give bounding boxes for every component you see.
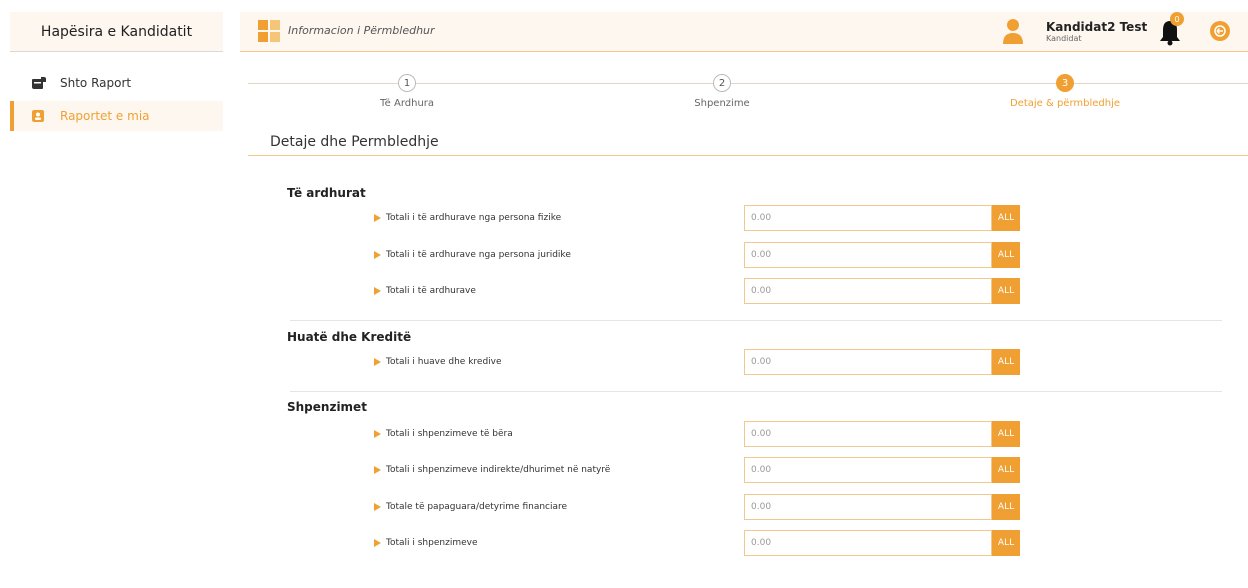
divider [290, 391, 1222, 392]
row-label: Totali i të ardhurave [374, 278, 476, 304]
step-label: Të Ardhura [379, 98, 435, 109]
divider [290, 320, 1222, 321]
triangle-bullet-icon [374, 214, 381, 222]
row-label: Totali i shpenzimeve indirekte/dhurimet … [374, 457, 610, 483]
step-label: Shpenzime [694, 98, 750, 109]
triangle-bullet-icon [374, 503, 381, 511]
row-label-text: Totali i shpenzimeve të bëra [386, 429, 513, 439]
grid-logo-icon [258, 20, 280, 42]
row-label: Totali i të ardhurave nga persona juridi… [374, 242, 571, 268]
amount-field[interactable]: 0.00 [744, 421, 992, 447]
contact-book-icon [32, 110, 44, 122]
row-label: Totali i të ardhurave nga persona fizike [374, 205, 561, 231]
group-title-income: Të ardhurat [287, 186, 366, 200]
currency-addon: ALL [992, 530, 1020, 556]
triangle-bullet-icon [374, 287, 381, 295]
logout-button[interactable] [1210, 21, 1230, 41]
logout-icon [1214, 25, 1226, 37]
step-number: 1 [398, 74, 416, 92]
amount-field[interactable]: 0.00 [744, 278, 992, 304]
section-title: Detaje dhe Permbledhje [270, 134, 439, 150]
currency-addon: ALL [992, 242, 1020, 268]
amount-field[interactable]: 0.00 [744, 242, 992, 268]
amount-field[interactable]: 0.00 [744, 530, 992, 556]
amount-field[interactable]: 0.00 [744, 349, 992, 375]
group-title-loans: Huatë dhe Kreditë [287, 330, 412, 344]
sidebar-item-label: Raportet e mia [60, 109, 150, 123]
step-1[interactable]: 1 Të Ardhura [307, 74, 507, 109]
triangle-bullet-icon [374, 358, 381, 366]
user-role: Kandidat [1046, 34, 1082, 43]
step-number: 3 [1056, 74, 1074, 92]
row-label-text: Totali i shpenzimeve [386, 538, 478, 548]
top-bar: Informacion i Përmbledhur Kandidat2 Test… [240, 12, 1248, 52]
row-label-text: Totali i të ardhurave nga persona fizike [386, 213, 562, 223]
row-label-text: Totali i të ardhurave [386, 286, 476, 296]
row-label: Totali i shpenzimeve [374, 530, 477, 556]
amount-field[interactable]: 0.00 [744, 457, 992, 483]
currency-addon: ALL [992, 457, 1020, 483]
divider [248, 155, 1248, 156]
row-label: Totali i shpenzimeve të bëra [374, 421, 513, 447]
currency-addon: ALL [992, 205, 1020, 231]
user-name: Kandidat2 Test [1046, 20, 1148, 34]
notification-badge: 0 [1170, 12, 1184, 26]
page-title: Informacion i Përmbledhur [288, 24, 435, 37]
user-avatar-icon[interactable] [1002, 18, 1024, 44]
amount-field[interactable]: 0.00 [744, 205, 992, 231]
amount-field[interactable]: 0.00 [744, 494, 992, 520]
step-2[interactable]: 2 Shpenzime [622, 74, 822, 109]
report-add-icon [32, 77, 46, 89]
row-label-text: Totali i shpenzimeve indirekte/dhurimet … [386, 465, 611, 475]
row-label-text: Totali i të ardhurave nga persona juridi… [386, 250, 571, 260]
currency-addon: ALL [992, 278, 1020, 304]
currency-addon: ALL [992, 349, 1020, 375]
row-label-text: Totali i huave dhe kredive [386, 357, 502, 367]
sidebar: Hapësira e Kandidatit Shto Raport Raport… [0, 0, 225, 588]
sidebar-item-shto-raport[interactable]: Shto Raport [10, 68, 223, 98]
row-label: Totali i huave dhe kredive [374, 349, 502, 375]
group-title-expenses: Shpenzimet [287, 400, 367, 414]
step-number: 2 [713, 74, 731, 92]
sidebar-title: Hapësira e Kandidatit [10, 12, 223, 52]
sidebar-item-raportet-e-mia[interactable]: Raportet e mia [10, 101, 223, 131]
triangle-bullet-icon [374, 466, 381, 474]
currency-addon: ALL [992, 421, 1020, 447]
step-label: Detaje & përmbledhje [1009, 98, 1121, 109]
sidebar-item-label: Shto Raport [60, 76, 132, 90]
step-3[interactable]: 3 Detaje & përmbledhje [965, 74, 1165, 109]
triangle-bullet-icon [374, 539, 381, 547]
triangle-bullet-icon [374, 251, 381, 259]
row-label-text: Totale të papaguara/detyrime financiare [386, 502, 568, 512]
currency-addon: ALL [992, 494, 1020, 520]
triangle-bullet-icon [374, 430, 381, 438]
row-label: Totale të papaguara/detyrime financiare [374, 494, 567, 520]
